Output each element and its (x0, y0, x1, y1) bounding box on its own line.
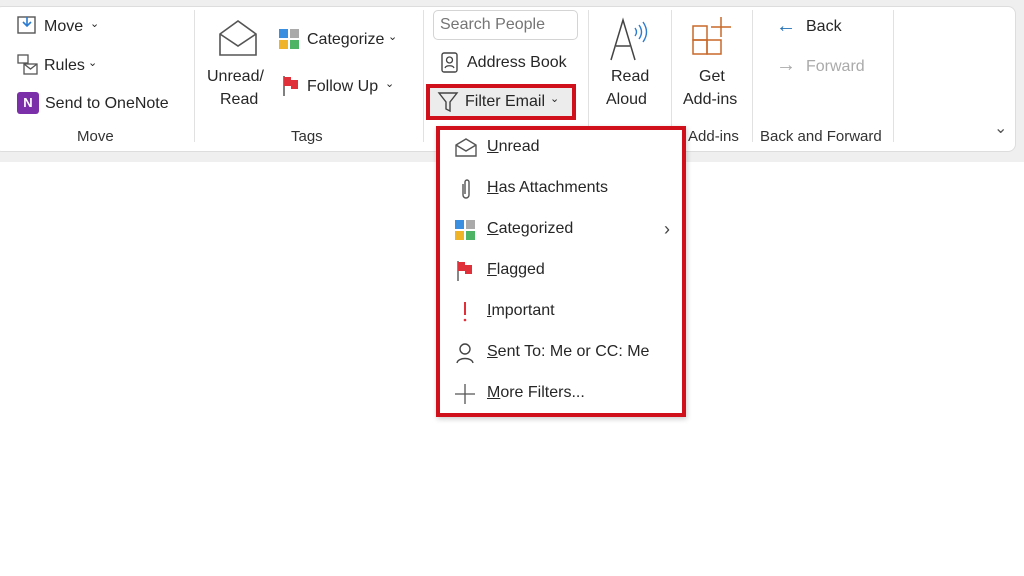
envelope-open-icon (219, 20, 257, 56)
menu-item-has-attachments[interactable]: Has Attachments (440, 171, 682, 211)
onenote-icon: N (17, 92, 39, 114)
collapse-ribbon-chevron-icon[interactable]: ⌄ (994, 118, 1007, 138)
rules-icon (17, 54, 38, 75)
chevron-right-icon: › (664, 219, 670, 239)
menu-item-more-filters[interactable]: More Filters... (440, 376, 682, 416)
flag-icon (283, 76, 298, 96)
read-aloud-icon (610, 17, 648, 61)
arrow-right-icon: → (776, 54, 796, 76)
person-icon (456, 343, 474, 364)
chevron-down-icon: ⌄ (88, 57, 98, 69)
highlight-box (426, 84, 576, 120)
menu-item-sent-to-me[interactable]: Sent To: Me or CC: Me (440, 335, 682, 375)
plus-icon (455, 384, 475, 404)
categories-icon (279, 29, 299, 49)
paperclip-icon (462, 179, 470, 199)
chevron-down-icon: ⌄ (385, 78, 395, 90)
address-book-icon (441, 52, 458, 73)
exclamation-icon (463, 302, 467, 322)
menu-item-unread[interactable]: Unread (440, 130, 682, 170)
divider (893, 10, 894, 142)
flag-icon (457, 261, 472, 281)
group-label-move: Move (77, 128, 114, 145)
add-ins-icon (692, 17, 731, 55)
move-icon (17, 16, 36, 34)
group-label-tags: Tags (291, 128, 323, 145)
group-label-back-forward: Back and Forward (760, 128, 882, 145)
filter-email-menu: Unread Has Attachments Categorized › Fla… (436, 126, 686, 417)
menu-item-categorized[interactable]: Categorized › (440, 212, 682, 252)
group-label-add-ins: Add-ins (688, 128, 739, 145)
chevron-down-icon: ⌄ (388, 31, 398, 43)
arrow-left-icon: ← (776, 15, 796, 37)
divider (752, 10, 753, 142)
chevron-down-icon: ⌄ (90, 18, 100, 30)
menu-item-important[interactable]: Important (440, 294, 682, 334)
divider (588, 10, 589, 142)
envelope-open-icon (455, 138, 477, 157)
categories-icon (455, 220, 475, 240)
menu-item-flagged[interactable]: Flagged (440, 253, 682, 293)
divider (423, 10, 424, 142)
divider (194, 10, 195, 142)
divider (671, 10, 672, 142)
search-people-input[interactable] (433, 10, 578, 40)
